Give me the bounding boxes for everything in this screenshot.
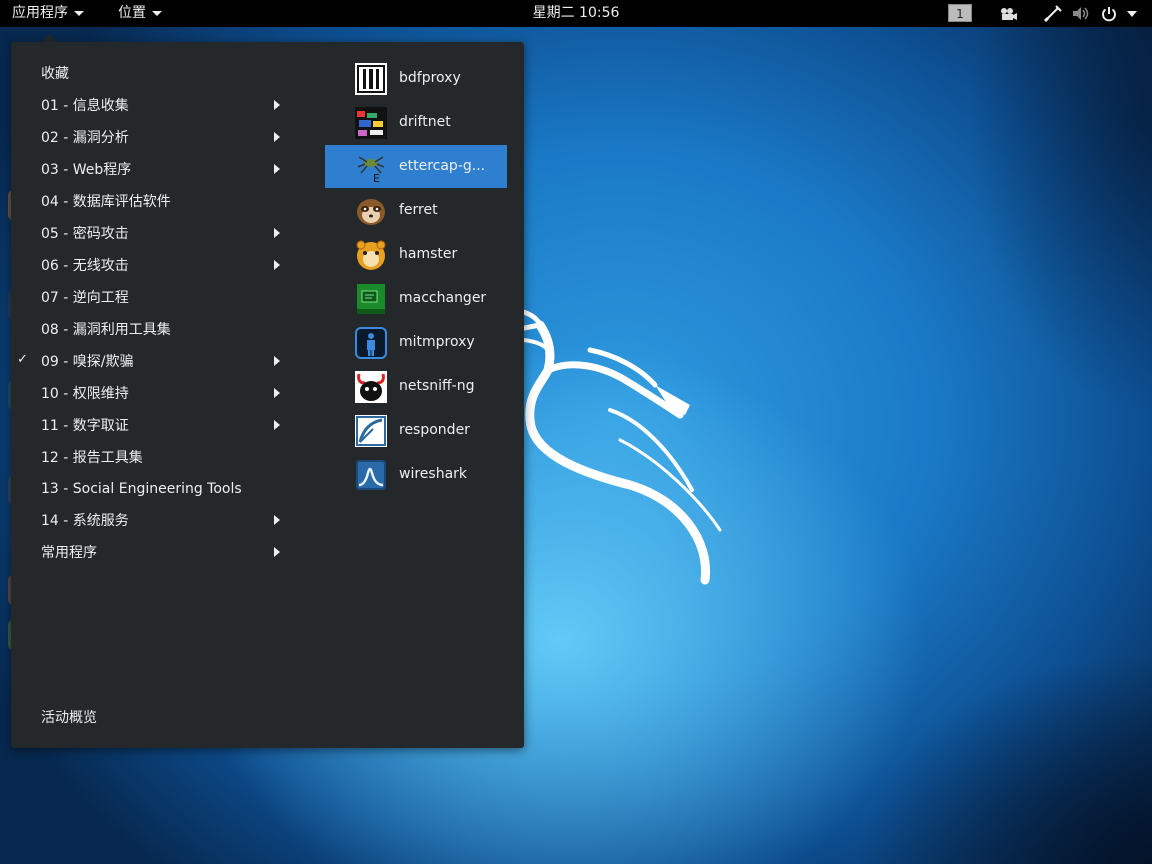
macchanger-icon [355, 283, 387, 315]
category-post-exploitation[interactable]: 10 - 权限维持 [41, 384, 129, 404]
hamster-icon [355, 239, 387, 271]
app-label: ferret [399, 202, 438, 218]
app-netsniff-ng[interactable]: netsniff-ng [325, 365, 507, 408]
app-ferret[interactable]: ferret [325, 189, 507, 232]
places-menu[interactable]: 位置 [110, 0, 170, 27]
app-label: netsniff-ng [399, 378, 475, 394]
category-vuln-analysis[interactable]: 02 - 漏洞分析 [41, 128, 129, 148]
category-exploitation[interactable]: 08 - 漏洞利用工具集 [41, 320, 171, 340]
ferret-icon [355, 195, 387, 227]
app-mitmproxy[interactable]: mitmproxy [325, 321, 507, 364]
category-system-services[interactable]: 14 - 系统服务 [41, 511, 129, 531]
power-icon[interactable] [1101, 5, 1117, 22]
category-database[interactable]: 04 - 数据库评估软件 [41, 192, 171, 212]
volume-icon[interactable] [1072, 5, 1090, 22]
submenu-arrow-icon [274, 164, 280, 174]
app-label: ettercap-g... [399, 158, 486, 174]
applications-menu[interactable]: 应用程序 [4, 0, 92, 27]
app-ettercap[interactable]: E ettercap-g... [325, 145, 507, 188]
app-label: hamster [399, 246, 458, 262]
app-bdfproxy[interactable]: bdfproxy [325, 57, 507, 100]
caret-down-icon [152, 10, 162, 16]
chevron-down-icon[interactable] [1127, 5, 1137, 22]
category-web-apps[interactable]: 03 - Web程序 [41, 160, 131, 180]
submenu-arrow-icon [274, 356, 280, 366]
category-reporting[interactable]: 12 - 报告工具集 [41, 448, 143, 468]
places-menu-label: 位置 [118, 5, 146, 21]
netsniff-ng-icon [355, 371, 387, 403]
category-info-gathering[interactable]: 01 - 信息收集 [41, 96, 129, 116]
submenu-arrow-icon [274, 260, 280, 270]
submenu-arrow-icon [274, 100, 280, 110]
app-responder[interactable]: responder [325, 409, 507, 452]
category-social-engineering[interactable]: 13 - Social Engineering Tools [41, 479, 242, 499]
top-bar: 应用程序 位置 星期二 10:56 1 [0, 0, 1152, 27]
app-label: responder [399, 422, 470, 438]
checkmark-icon: ✓ [17, 352, 28, 367]
app-label: macchanger [399, 290, 487, 306]
svg-text:E: E [373, 172, 380, 183]
caret-down-icon [74, 10, 84, 16]
app-driftnet[interactable]: driftnet [325, 101, 507, 144]
app-macchanger[interactable]: macchanger [325, 277, 507, 320]
ettercap-icon: E [355, 151, 387, 185]
category-wireless[interactable]: 06 - 无线攻击 [41, 256, 129, 276]
favorites-category[interactable]: 收藏 [41, 64, 69, 84]
mitmproxy-icon [355, 327, 387, 359]
submenu-arrow-icon [274, 515, 280, 525]
driftnet-icon [355, 107, 387, 139]
category-sniffing-spoofing[interactable]: 09 - 嗅探/欺骗 [41, 352, 133, 372]
app-hamster[interactable]: hamster [325, 233, 507, 276]
submenu-arrow-icon [274, 228, 280, 238]
app-wireshark[interactable]: wireshark [325, 453, 507, 496]
app-label: wireshark [399, 466, 468, 482]
app-label: driftnet [399, 114, 451, 130]
app-label: bdfproxy [399, 70, 461, 86]
category-forensics[interactable]: 11 - 数字取证 [41, 416, 129, 436]
category-password-attacks[interactable]: 05 - 密码攻击 [41, 224, 129, 244]
clock[interactable]: 星期二 10:56 [0, 0, 1152, 27]
workspace-indicator[interactable]: 1 [948, 4, 972, 22]
activities-overview[interactable]: 活动概览 [41, 708, 97, 728]
video-icon[interactable] [1000, 5, 1018, 22]
submenu-arrow-icon [274, 547, 280, 557]
category-usual-apps[interactable]: 常用程序 [41, 543, 97, 563]
submenu-arrow-icon [274, 132, 280, 142]
network-icon[interactable] [1044, 5, 1062, 22]
wireshark-icon [355, 459, 387, 491]
submenu-arrow-icon [274, 420, 280, 430]
responder-icon [355, 415, 387, 447]
app-label: mitmproxy [399, 334, 475, 350]
category-reverse-engineering[interactable]: 07 - 逆向工程 [41, 288, 129, 308]
bdfproxy-icon [355, 63, 387, 95]
submenu-arrow-icon [274, 388, 280, 398]
applications-menu-label: 应用程序 [12, 5, 68, 21]
